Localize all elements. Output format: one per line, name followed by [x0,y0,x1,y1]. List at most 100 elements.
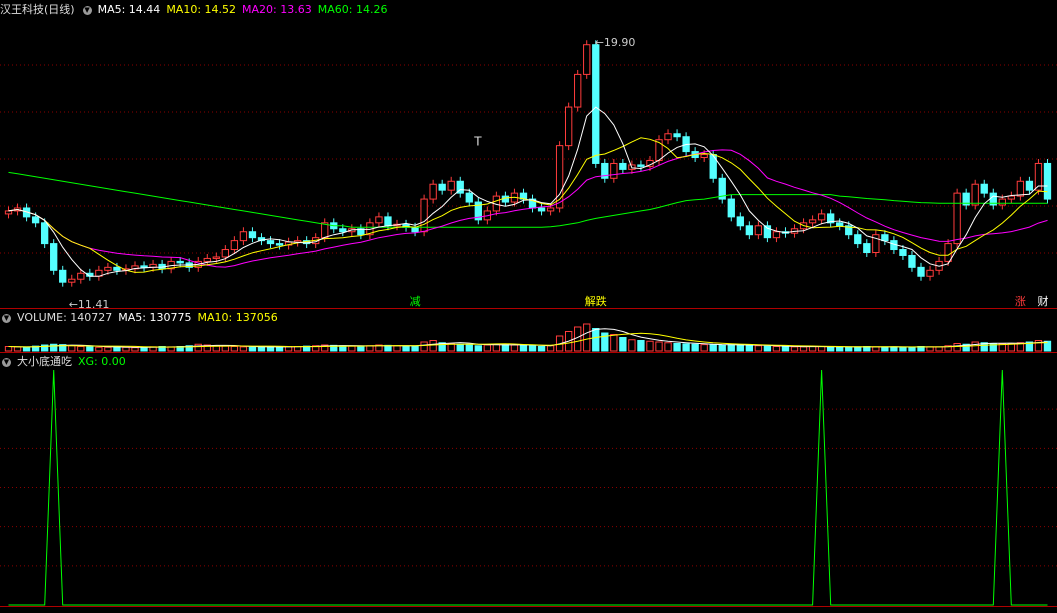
volume-bar [393,345,401,352]
volume-bar [754,345,763,352]
candle-body [104,266,112,271]
volume-bar [664,342,672,352]
volume-bar [194,343,202,352]
volume-bar [709,344,717,352]
candle-body [230,240,239,251]
volume-bar [528,345,537,352]
volume-bar [583,323,591,352]
candle-body [465,192,473,203]
volume-bar [619,337,627,352]
volume-bar [275,346,284,352]
candle-body [700,154,708,159]
candle-body [592,44,600,164]
volume-bar [4,346,13,352]
candle-body [736,216,744,227]
candle-body [944,243,952,262]
candle-body [4,210,13,215]
volume-bar [899,346,907,352]
volume-bar [727,344,735,352]
candle-body [664,133,672,141]
volume-bar [673,343,681,352]
volume-bar [113,346,121,352]
candle-body [836,222,844,227]
event-marker-jian: 减 [410,295,421,308]
volume-bar [854,346,862,352]
volume-bar [808,346,817,352]
candle-body [583,44,591,75]
volume-bar [519,344,528,352]
volume-bar [420,341,428,352]
candle-body [266,240,275,245]
volume-bar [872,346,880,352]
stock-chart[interactable]: ←19.90 ←11.41 T 减 解跌 涨财 [0,0,1057,613]
volume-bar [77,346,85,352]
candle-body [1007,195,1016,200]
volume-bar [465,344,473,352]
volume-bar [610,334,618,352]
t-marker: T [473,135,482,149]
volume-bar [817,346,826,352]
volume-bar [908,346,916,352]
event-marker-zhang: 涨 [1015,295,1026,308]
volume-bar [50,343,58,352]
candle-body [745,225,754,236]
volume-bar [474,345,482,352]
candle-body [980,183,988,194]
candle-body [574,73,582,108]
volume-bar [890,346,898,352]
volume-bar [230,346,239,352]
volume-bar [95,346,103,352]
volume-bar [826,346,835,352]
candle-body [447,180,455,191]
volume-bar [935,346,943,352]
candle-body [727,198,735,218]
candle-body [998,198,1006,206]
volume-bar [745,344,754,352]
volume-bar [402,345,410,352]
candle-body [619,162,627,170]
volume-bar [926,346,934,352]
candle-body [113,266,121,271]
volume-bar [257,346,266,352]
ma10-line [8,137,1048,273]
candle-body [40,222,49,245]
candle-body [971,183,979,206]
candle-body [68,278,76,283]
candle-body [564,106,573,147]
candle-body [429,183,437,200]
volume-bar [836,346,844,352]
volume-bar [13,346,22,352]
candle-body [50,243,58,271]
volume-bar [429,340,437,352]
volume-bar [781,346,790,352]
candle-body [203,257,211,262]
volume-bar [772,346,781,352]
candle-body [59,269,67,283]
candle-body [817,213,826,221]
volume-bar [646,340,654,352]
candle-body [953,192,961,245]
high-price-label: ←19.90 [595,36,636,49]
volume-bar [953,343,961,352]
candle-body [610,162,618,179]
candle-body [1025,180,1034,191]
volume-bar [483,344,492,352]
volume-bar [131,347,139,352]
candle-body [248,231,257,239]
candle-body [537,207,546,212]
volume-bar [510,344,519,352]
volume-bar [736,344,744,352]
volume-bar [140,346,148,352]
volume-bar [546,345,555,352]
candle-body [754,225,763,236]
candle-body [375,216,383,224]
volume-bar [574,326,582,352]
candle-body [176,260,184,264]
volume-bar [537,346,546,352]
candle-body [546,207,555,212]
volume-bar [239,346,248,352]
candle-body [275,243,284,246]
candle-body [339,228,347,233]
volume-bar [845,346,853,352]
candle-body [384,216,392,227]
